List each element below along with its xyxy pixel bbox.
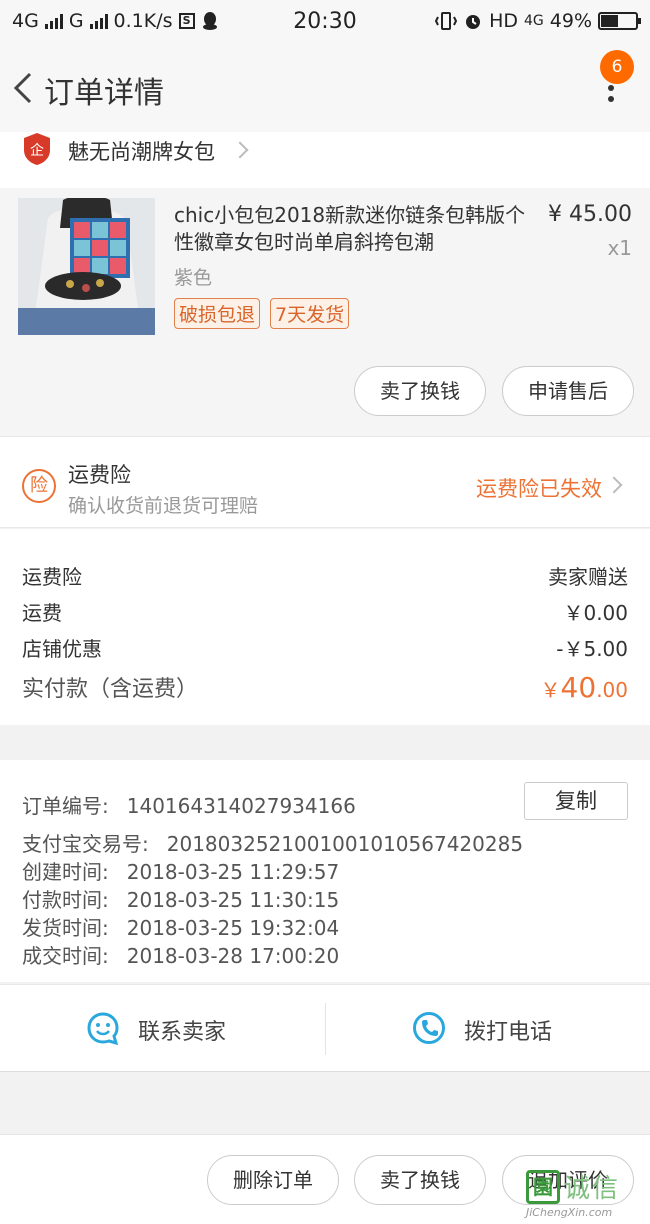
contact-seller-button[interactable]: 联系卖家: [0, 985, 325, 1073]
hd-label: HD: [489, 10, 518, 32]
phone-icon: [413, 1012, 445, 1044]
info-label: 创建时间:: [22, 860, 109, 884]
service-tags: 破损包退 7天发货: [174, 298, 350, 329]
fee-row-discount: 店铺优惠 -￥5.00: [22, 633, 628, 662]
shipping-insurance-row[interactable]: 险 运费险 确认收货前退货可理赔 运费险已失效: [0, 436, 650, 528]
order-number: 140164314027934166: [126, 794, 356, 818]
notification-badge: 6: [600, 50, 634, 84]
fee-row-insurance: 运费险 卖家赠送: [22, 561, 628, 590]
nav-bar: 订单详情 6: [0, 46, 650, 132]
product-sku: 紫色: [174, 267, 213, 289]
paid-label: 实付款（含运费）: [22, 677, 199, 702]
tag-7day-shipping: 7天发货: [270, 298, 350, 329]
insurance-status[interactable]: 运费险已失效: [476, 473, 602, 503]
shipped-time-row: 发货时间: 2018-03-25 19:32:04: [22, 912, 339, 941]
insurance-title: 运费险: [68, 463, 131, 487]
svg-text:企: 企: [30, 142, 44, 159]
after-sale-button[interactable]: 申请售后: [502, 366, 634, 416]
product-title[interactable]: chic小包包2018新款迷你链条包韩版个性徽章女包时尚单肩斜挎包潮: [174, 202, 534, 256]
fee-row-shipping: 运费 ￥0.00: [22, 597, 628, 626]
chevron-right-icon: [231, 141, 249, 159]
watermark-url: JiChengXin.com: [526, 1206, 613, 1219]
battery-percent: 49%: [549, 10, 592, 32]
product-thumbnail[interactable]: [18, 198, 155, 335]
fee-value: 卖家赠送: [548, 565, 628, 589]
product-price: ¥ 45.00: [548, 202, 632, 227]
call-phone-label: 拨打电话: [464, 1020, 553, 1045]
chevron-right-icon: [605, 476, 623, 494]
network-4g: 4G: [524, 13, 544, 29]
watermark-text: 诚信: [564, 1174, 621, 1204]
status-right: HD 4G 49%: [435, 10, 641, 32]
insurance-subtitle: 确认收货前退货可理赔: [68, 495, 259, 517]
fee-label: 运费: [22, 601, 62, 625]
alipay-trade-number: 2018032521001001010567420285: [166, 832, 524, 856]
chat-bubble-icon: [87, 1012, 119, 1045]
watermark-logo-icon: 園: [526, 1170, 560, 1204]
completed-time-row: 成交时间: 2018-03-28 17:00:20: [22, 940, 339, 969]
info-label: 发货时间:: [22, 916, 109, 940]
paid-amount: ￥40.00: [540, 671, 628, 704]
vibrate-icon: [435, 12, 458, 30]
shop-row[interactable]: 企 魅无尚潮牌女包: [0, 132, 650, 188]
fee-label: 店铺优惠: [22, 637, 102, 661]
info-label: 付款时间:: [22, 888, 109, 912]
order-info: 订单编号: 140164314027934166 复制 支付宝交易号: 201803…: [0, 760, 650, 982]
fee-summary: 运费险 卖家赠送 运费 ￥0.00 店铺优惠 -￥5.00 实付款（含运费） ￥…: [0, 529, 650, 725]
info-label: 订单编号:: [22, 794, 109, 818]
bottom-action-bar: 删除订单 卖了换钱 追加评价 園 诚信 JiChengXin.com: [0, 1134, 650, 1224]
back-arrow-icon[interactable]: [8, 68, 38, 108]
site-watermark: 園 诚信 JiChengXin.com: [526, 1166, 644, 1220]
shop-name[interactable]: 魅无尚潮牌女包: [68, 136, 215, 166]
order-number-row: 订单编号: 140164314027934166: [22, 790, 356, 819]
fee-label: 运费险: [22, 565, 82, 589]
sell-for-cash-button-bottom[interactable]: 卖了换钱: [354, 1155, 486, 1205]
sell-for-cash-button[interactable]: 卖了换钱: [354, 366, 486, 416]
fee-value: -￥5.00: [556, 637, 628, 661]
shipped-time: 2018-03-25 19:32:04: [126, 916, 340, 940]
status-bar: 4G G 0.1K/s S 20:30 HD 4G 49%: [0, 0, 650, 46]
copy-button[interactable]: 复制: [524, 782, 628, 820]
paid-time-row: 付款时间: 2018-03-25 11:30:15: [22, 884, 339, 913]
insurance-icon: 险: [22, 469, 56, 503]
tag-damage-return: 破损包退: [174, 298, 261, 329]
info-label: 成交时间:: [22, 944, 109, 968]
contact-bar: 联系卖家 拨打电话: [0, 984, 650, 1072]
call-phone-button[interactable]: 拨打电话: [326, 985, 650, 1073]
alipay-trade-row: 支付宝交易号: 2018032521001001010567420285: [22, 828, 523, 857]
created-time-row: 创建时间: 2018-03-25 11:29:57: [22, 856, 339, 885]
paid-time: 2018-03-25 11:30:15: [126, 888, 340, 912]
product-quantity: x1: [607, 236, 632, 260]
order-item[interactable]: chic小包包2018新款迷你链条包韩版个性徽章女包时尚单肩斜挎包潮 ¥ 45.…: [0, 188, 650, 436]
completed-time: 2018-03-28 17:00:20: [126, 944, 340, 968]
battery-icon: [598, 12, 641, 30]
fee-value: ￥0.00: [563, 601, 628, 625]
delete-order-button[interactable]: 删除订单: [207, 1155, 339, 1205]
alarm-icon: [466, 15, 481, 29]
page-title: 订单详情: [44, 76, 164, 111]
fee-row-paid: 实付款（含运费） ￥40.00: [22, 671, 628, 704]
created-time: 2018-03-25 11:29:57: [126, 860, 340, 884]
contact-seller-label: 联系卖家: [138, 1020, 227, 1045]
enterprise-shop-icon: 企: [24, 133, 50, 165]
info-label: 支付宝交易号:: [22, 832, 149, 856]
